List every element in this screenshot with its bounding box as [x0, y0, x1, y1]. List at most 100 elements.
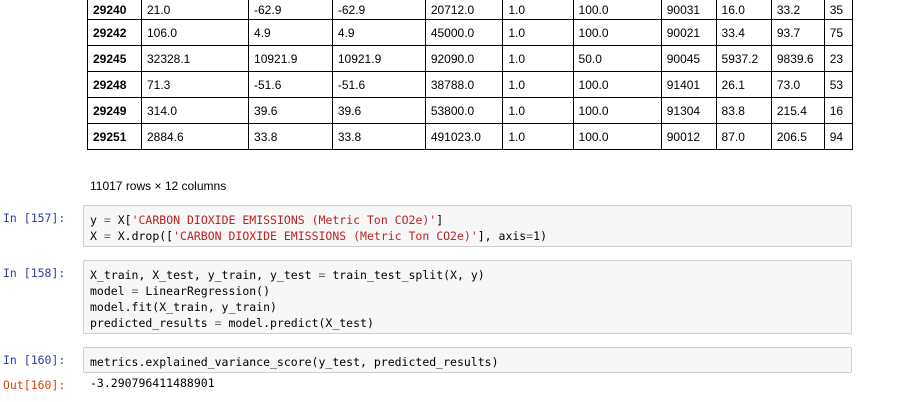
code-cell-158[interactable]: X_train, X_test, y_train, y_test = train… [83, 260, 852, 334]
dataframe-output: 29240 21.0 -62.9 -62.9 20712.0 1.0 100.0 90031 1… [87, 0, 853, 165]
code-token: X_train, X_test, y_train, y_test [90, 268, 319, 282]
code-operator: = [103, 229, 111, 243]
table-cell: 100.0 [572, 71, 662, 98]
table-cell: 38788.0 [424, 71, 504, 98]
code-token: y [90, 213, 104, 227]
dataframe-table: 29240 21.0 -62.9 -62.9 20712.0 1.0 100.0 90031 1… [87, 0, 853, 150]
table-row: 29249 314.0 39.6 39.6 53800.0 1.0 100.0 91304 83… [87, 97, 853, 124]
table-cell: 39.6 [248, 97, 333, 124]
table-cell: 4.9 [248, 19, 333, 46]
table-cell: 90021 [660, 19, 717, 46]
row-index: 29251 [87, 123, 142, 150]
code-token: X [90, 229, 104, 243]
table-cell: 1.0 [502, 19, 574, 46]
table-cell: 91304 [660, 97, 717, 124]
table-cell: 2884.6 [140, 123, 250, 150]
table-cell: 53800.0 [424, 97, 504, 124]
dataframe-shape: 11017 rows × 12 columns [90, 179, 227, 193]
row-index: 29240 [87, 0, 142, 20]
table-cell: 50.0 [572, 45, 662, 72]
code-line: X_train, X_test, y_train, y_test = train… [90, 267, 851, 283]
code-token: ] [436, 213, 444, 227]
table-cell: 33.8 [248, 123, 333, 150]
code-token: ], axis [477, 229, 527, 243]
table-cell: 35 [823, 0, 853, 20]
table-cell: 26.1 [715, 71, 772, 98]
row-index: 29249 [87, 97, 142, 124]
table-cell: -51.6 [248, 71, 333, 98]
table-cell: 45000.0 [424, 19, 504, 46]
table-cell: 1.0 [502, 97, 574, 124]
table-cell: 90012 [660, 123, 717, 150]
table-cell: 100.0 [572, 123, 662, 150]
table-cell: 20712.0 [424, 0, 504, 20]
table-cell: -62.9 [248, 0, 333, 20]
table-cell: 1.0 [502, 123, 574, 150]
code-string: 'CARBON DIOXIDE EMISSIONS (Metric Ton CO… [173, 229, 478, 243]
table-cell: 93.7 [770, 19, 825, 46]
code-token: model.fit(X_train, y_train) [90, 300, 277, 314]
code-cell-157[interactable]: y = X['CARBON DIOXIDE EMISSIONS (Metric … [83, 205, 852, 247]
table-cell: 53 [823, 71, 853, 98]
table-cell: 9839.6 [770, 45, 825, 72]
table-cell: 92090.0 [424, 45, 504, 72]
code-token: LinearRegression() [138, 284, 271, 298]
cell-158-prompt: In [158]: [3, 266, 66, 280]
table-cell: 215.4 [770, 97, 825, 124]
table-cell: 39.6 [331, 97, 426, 124]
code-token: predicted_results [90, 316, 215, 330]
table-cell: 100.0 [572, 19, 662, 46]
output-160-prompt: Out[160]: [3, 378, 66, 392]
code-token: model.predict(X_test) [221, 316, 374, 330]
code-line: model.fit(X_train, y_train) [90, 299, 851, 315]
table-cell: 1.0 [502, 0, 574, 20]
table-cell: 33.2 [770, 0, 825, 20]
code-token: model [90, 284, 132, 298]
table-cell: 16.0 [715, 0, 772, 20]
table-cell: 21.0 [140, 0, 250, 20]
table-cell: 90045 [660, 45, 717, 72]
code-operator: = [103, 213, 111, 227]
row-index: 29242 [87, 19, 142, 46]
code-token: X.drop([ [110, 229, 174, 243]
table-cell: 5937.2 [715, 45, 772, 72]
code-operator: = [214, 316, 222, 330]
dataframe-body: 29240 21.0 -62.9 -62.9 20712.0 1.0 100.0 90031 1… [87, 0, 853, 150]
table-cell: 91401 [660, 71, 717, 98]
table-cell: -62.9 [331, 0, 426, 20]
table-cell: 1.0 [502, 45, 574, 72]
table-cell: 4.9 [331, 19, 426, 46]
cell-157-prompt: In [157]: [3, 211, 66, 225]
table-cell: 94 [823, 123, 853, 150]
table-cell: 206.5 [770, 123, 825, 150]
table-cell: -51.6 [331, 71, 426, 98]
code-token: train_test_split(X, y) [325, 268, 485, 282]
code-cell-160[interactable]: metrics.explained_variance_score(y_test,… [83, 347, 852, 373]
table-cell: 23 [823, 45, 853, 72]
code-token: X[ [110, 213, 132, 227]
table-cell: 33.4 [715, 19, 772, 46]
table-row: 29242 106.0 4.9 4.9 45000.0 1.0 100.0 90021 33.4… [87, 19, 853, 46]
table-cell: 106.0 [140, 19, 250, 46]
code-string: 'CARBON DIOXIDE EMISSIONS (Metric Ton CO… [131, 213, 437, 227]
table-cell: 90031 [660, 0, 717, 20]
table-cell: 87.0 [715, 123, 772, 150]
row-index: 29248 [87, 71, 142, 98]
table-cell: 73.0 [770, 71, 825, 98]
table-row: 29251 2884.6 33.8 33.8 491023.0 1.0 100.0 90012… [87, 123, 853, 150]
table-cell: 32328.1 [140, 45, 250, 72]
row-index: 29245 [87, 45, 142, 72]
table-cell: 1.0 [502, 71, 574, 98]
code-line: metrics.explained_variance_score(y_test,… [90, 354, 851, 370]
table-cell: 16 [823, 97, 853, 124]
table-cell: 100.0 [572, 97, 662, 124]
table-cell: 314.0 [140, 97, 250, 124]
table-row: 29240 21.0 -62.9 -62.9 20712.0 1.0 100.0 90031 1… [87, 0, 853, 20]
code-line: model = LinearRegression() [90, 283, 851, 299]
table-cell: 10921.9 [331, 45, 426, 72]
table-row: 29245 32328.1 10921.9 10921.9 92090.0 1.0 50.0… [87, 45, 853, 72]
table-cell: 33.8 [331, 123, 426, 150]
code-token: 1) [533, 229, 548, 243]
cell-160-prompt: In [160]: [3, 353, 66, 367]
table-cell: 491023.0 [424, 123, 504, 150]
